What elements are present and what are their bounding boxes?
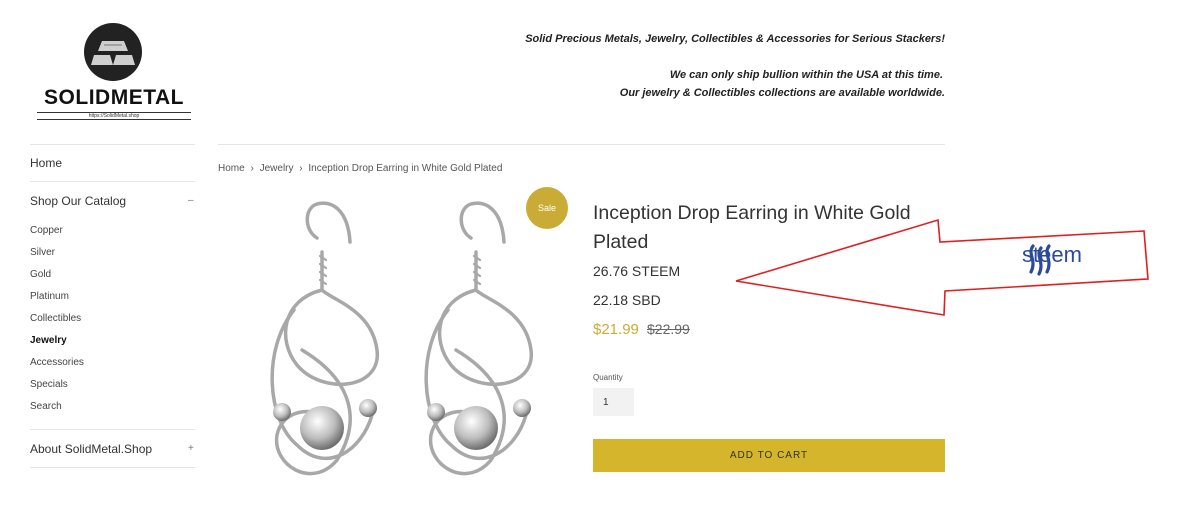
steem-logo-text: steem xyxy=(1022,242,1082,267)
shipping-notice-jewelry: Our jewelry & Collectibles collections a… xyxy=(619,87,945,99)
sidebar-item-search[interactable]: Search xyxy=(30,401,62,412)
gold-bar-logo-icon xyxy=(84,23,142,81)
add-to-cart-button[interactable]: ADD TO CART xyxy=(593,439,945,472)
sidebar-item-gold[interactable]: Gold xyxy=(30,269,51,280)
sidebar-item-copper[interactable]: Copper xyxy=(30,225,63,236)
sidebar-item-shop-catalog[interactable]: Shop Our Catalog xyxy=(30,194,126,208)
sidebar-item-collectibles[interactable]: Collectibles xyxy=(30,313,81,324)
site-logo[interactable]: SOLIDMETAL https://SolidMetal.shop xyxy=(34,22,194,122)
sidebar-item-home[interactable]: Home xyxy=(30,156,62,170)
sidebar-divider xyxy=(30,429,195,430)
sale-price: $21.99 xyxy=(593,321,639,338)
sidebar-divider xyxy=(30,181,195,182)
quantity-label: Quantity xyxy=(593,373,623,382)
original-price: $22.99 xyxy=(647,321,690,337)
collapse-icon[interactable]: – xyxy=(188,195,194,206)
sidebar-item-jewelry[interactable]: Jewelry xyxy=(30,335,67,346)
price-steem: 26.76 STEEM xyxy=(593,263,681,279)
logo-url: https://SolidMetal.shop xyxy=(37,112,191,120)
expand-icon[interactable]: + xyxy=(188,443,194,454)
price-sbd: 22.18 SBD xyxy=(593,292,661,308)
logo-wordmark: SOLIDMETAL xyxy=(44,86,184,109)
shipping-notice-bullion: We can only ship bullion within the USA … xyxy=(669,69,943,81)
header-divider xyxy=(218,144,945,145)
quantity-input[interactable] xyxy=(593,388,634,416)
breadcrumb-separator: › xyxy=(299,163,303,174)
breadcrumb-separator: › xyxy=(250,163,254,174)
product-image[interactable] xyxy=(222,190,572,518)
sidebar-item-silver[interactable]: Silver xyxy=(30,247,55,258)
sidebar-item-about[interactable]: About SolidMetal.Shop xyxy=(30,442,152,456)
sidebar-divider xyxy=(30,467,195,468)
sale-badge: Sale xyxy=(526,187,568,229)
breadcrumb: Home › Jewelry › Inception Drop Earring … xyxy=(218,163,505,174)
breadcrumb-category[interactable]: Jewelry xyxy=(260,163,294,174)
sidebar-item-specials[interactable]: Specials xyxy=(30,379,68,390)
sidebar-divider xyxy=(30,144,195,145)
breadcrumb-current: Inception Drop Earring in White Gold Pla… xyxy=(308,163,503,174)
sidebar-item-accessories[interactable]: Accessories xyxy=(30,357,84,368)
sidebar-item-platinum[interactable]: Platinum xyxy=(30,291,69,302)
site-tagline: Solid Precious Metals, Jewelry, Collecti… xyxy=(525,33,945,45)
breadcrumb-home[interactable]: Home xyxy=(218,163,245,174)
